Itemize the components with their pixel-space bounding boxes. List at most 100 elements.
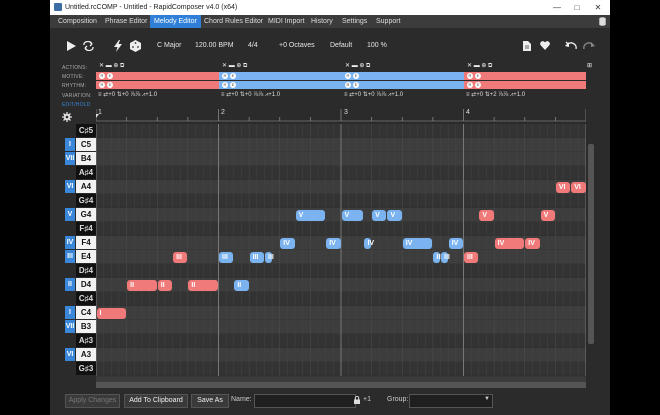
piano-key[interactable]: G♯3 [50, 362, 96, 376]
rhythm-e-button[interactable]: E [230, 82, 236, 88]
piano-key[interactable]: B4 VII [50, 152, 96, 166]
melody-note[interactable]: III [433, 251, 442, 263]
motive-r-button[interactable]: R [222, 73, 228, 79]
rhythm-r-button[interactable]: R [345, 82, 351, 88]
piano-key[interactable]: A♯4 [50, 166, 96, 180]
close-icon[interactable]: ✕ [587, 0, 609, 15]
motive-segment[interactable] [96, 72, 219, 80]
melody-note[interactable]: V [540, 209, 555, 221]
apply-changes-button[interactable]: Apply Changes [65, 394, 120, 408]
rhythm-e-button[interactable]: E [353, 82, 359, 88]
melody-note[interactable]: IV [402, 237, 433, 249]
segment-actions[interactable]: ✕ ▬ ⊕ ⧉ [222, 62, 247, 70]
note-grid[interactable]: I II II III II III II III III IV V IV V IV V V IV III III I… [96, 124, 586, 382]
variation-settings[interactable]: ≡ ⇄+0 ⇅+0 ⅞⅞ ⩘+1.0 [344, 91, 403, 99]
rhythm-segment[interactable] [219, 81, 342, 89]
motive-e-button[interactable]: E [475, 73, 481, 79]
redo-icon[interactable] [583, 41, 595, 50]
maximize-icon[interactable]: □ [566, 0, 588, 15]
name-input[interactable] [254, 394, 356, 408]
rhythm-segment[interactable] [96, 81, 219, 89]
motive-e-button[interactable]: E [230, 73, 236, 79]
melody-note[interactable]: V [295, 209, 326, 221]
segment-actions[interactable]: ✕ ▬ ⊕ ⧉ [99, 62, 124, 70]
plus-one-label[interactable]: +1 [363, 396, 371, 403]
timeline-ruler[interactable]: 1 2 3 4 [96, 108, 586, 122]
save-as-button[interactable]: Save As [191, 394, 229, 408]
rhythm-r-button[interactable]: R [222, 82, 228, 88]
melody-note[interactable]: II [127, 279, 157, 291]
motive-segment[interactable] [342, 72, 464, 80]
segment-actions[interactable]: ✕ ▬ ⊕ ⧉ [467, 62, 492, 70]
tempo-display[interactable]: 120.00 BPM [195, 42, 234, 49]
menu-phrase-editor[interactable]: Phrase Editor [101, 15, 151, 28]
dice-icon[interactable] [130, 40, 141, 52]
melody-note[interactable]: IV [448, 237, 463, 249]
segment-actions[interactable]: ✕ ▬ ⊕ ⧉ [345, 62, 370, 70]
melody-note[interactable]: III [441, 251, 450, 263]
melody-note[interactable]: IV [280, 237, 295, 249]
document-icon[interactable] [523, 41, 531, 51]
melody-note[interactable]: III [219, 251, 234, 263]
motive-e-button[interactable]: E [107, 73, 113, 79]
undo-icon[interactable] [565, 41, 577, 50]
variation-settings[interactable]: ≡ ⇄+0 ⇅+0 ⅞⅞ ⩘+1.0 [98, 91, 157, 99]
melody-note[interactable]: II [188, 279, 218, 291]
menu-history[interactable]: History [307, 15, 337, 28]
piano-key[interactable]: G4 V [50, 208, 96, 222]
vertical-scrollbar[interactable] [587, 124, 595, 382]
piano-key[interactable]: D♯4 [50, 264, 96, 278]
motive-e-button[interactable]: E [353, 73, 359, 79]
group-select[interactable] [409, 394, 493, 408]
vertical-scroll-thumb[interactable] [588, 144, 594, 344]
menu-settings[interactable]: Settings [338, 15, 371, 28]
rhythm-r-button[interactable]: R [467, 82, 473, 88]
menu-support[interactable]: Support [372, 15, 405, 28]
melody-note[interactable]: III [264, 251, 274, 263]
piano-key[interactable]: G♯4 [50, 194, 96, 208]
piano-key[interactable]: A3 VI [50, 348, 96, 362]
melody-note[interactable]: IV [494, 237, 525, 249]
zoom-level[interactable]: 100 % [367, 42, 387, 49]
loop-icon[interactable] [83, 41, 94, 51]
piano-key[interactable]: C♯4 [50, 292, 96, 306]
rhythm-e-button[interactable]: E [475, 82, 481, 88]
piano-key[interactable]: A4 VI [50, 180, 96, 194]
melody-note[interactable]: V [341, 209, 364, 221]
melody-note[interactable]: II [157, 279, 173, 291]
melody-note[interactable]: IV [525, 237, 540, 249]
melody-note[interactable]: IV [326, 237, 341, 249]
time-signature[interactable]: 4/4 [248, 42, 258, 49]
motive-segment[interactable] [219, 72, 342, 80]
piano-key[interactable]: B3 VII [50, 320, 96, 334]
piano-key[interactable]: C4 I [50, 306, 96, 320]
melody-note[interactable]: I [96, 307, 127, 319]
melody-note[interactable]: IV [364, 237, 374, 249]
lock-icon[interactable] [354, 396, 360, 404]
play-icon[interactable] [66, 41, 76, 51]
piano-key[interactable]: F♯4 [50, 222, 96, 236]
gear-icon[interactable] [62, 112, 72, 122]
motive-r-button[interactable]: R [99, 73, 105, 79]
melody-note[interactable]: V [387, 209, 402, 221]
menu-chord-rules-editor[interactable]: Chord Rules Editor [200, 15, 267, 28]
octave-selector[interactable]: +0 Octaves [279, 42, 315, 49]
piano-key[interactable]: D4 II [50, 278, 96, 292]
melody-note[interactable]: VI [571, 181, 586, 193]
rhythm-segment[interactable] [464, 81, 586, 89]
menu-melody-editor[interactable]: Melody Editor [150, 15, 201, 28]
menu-midi-import[interactable]: MIDI Import [264, 15, 309, 28]
minimize-icon[interactable]: — [546, 0, 568, 15]
motive-segment[interactable] [464, 72, 586, 80]
melody-note[interactable]: III [464, 251, 479, 263]
piano-key[interactable]: F4 IV [50, 236, 96, 250]
add-to-clipboard-button[interactable]: Add To Clipboard [124, 394, 188, 408]
melody-note[interactable]: III [173, 251, 188, 263]
rhythm-e-button[interactable]: E [107, 82, 113, 88]
database-icon[interactable] [599, 17, 606, 26]
piano-key[interactable]: E4 III [50, 250, 96, 264]
piano-key[interactable]: C♯5 [50, 124, 96, 138]
melody-note[interactable]: II [234, 279, 249, 291]
motive-r-button[interactable]: R [345, 73, 351, 79]
menu-composition[interactable]: Composition [54, 15, 101, 28]
